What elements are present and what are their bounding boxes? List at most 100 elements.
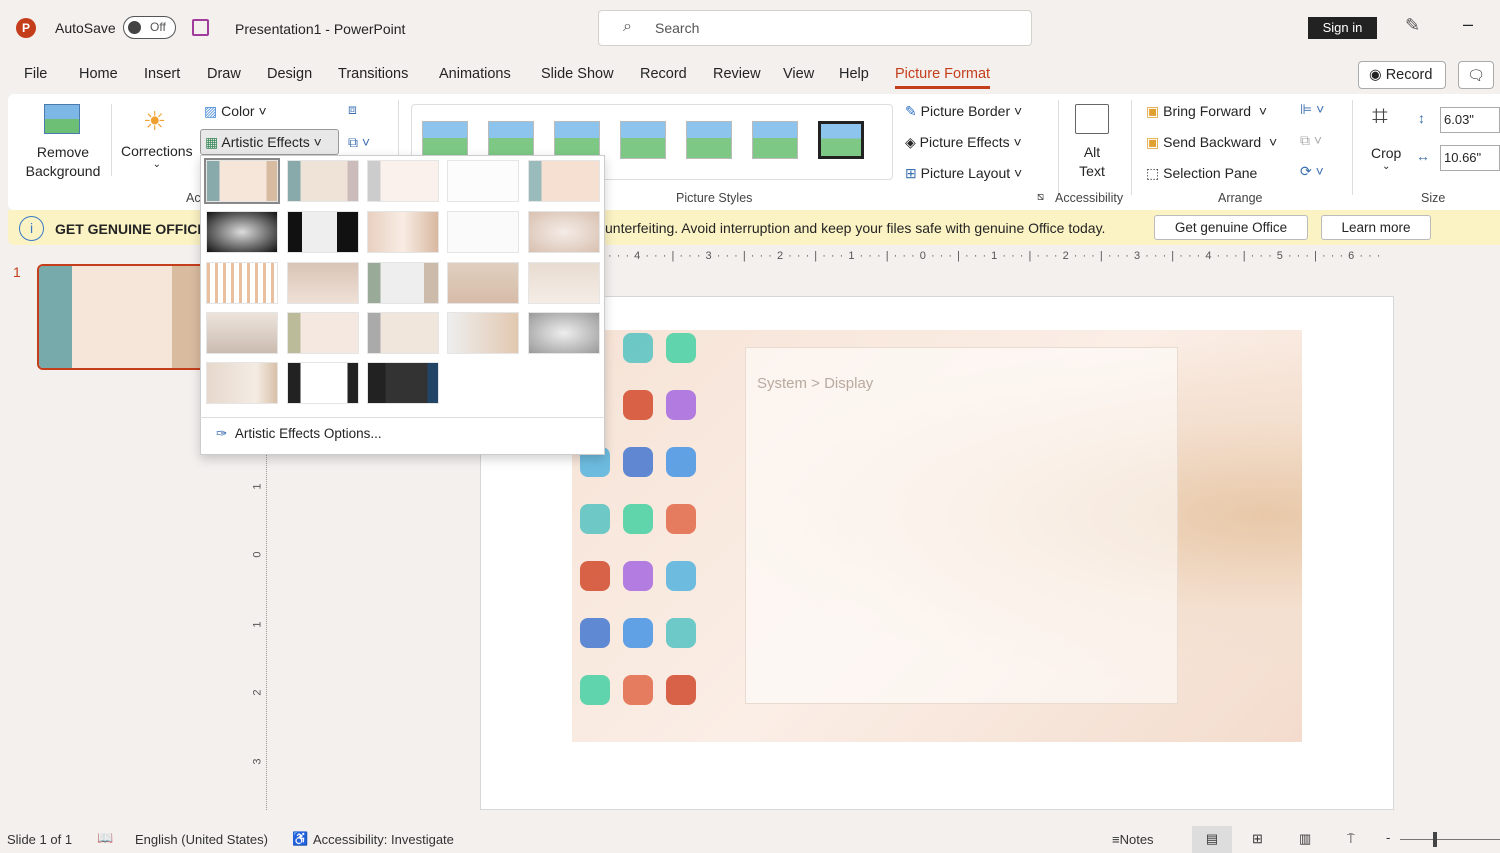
tab-record[interactable]: Record: [640, 66, 687, 82]
align-icon[interactable]: ⊫ ˅: [1300, 101, 1324, 118]
picture-style-option[interactable]: [620, 121, 666, 159]
artistic-effect-option[interactable]: [206, 312, 278, 354]
label: Remove: [36, 144, 90, 160]
picture-style-option[interactable]: [818, 121, 864, 159]
tab-view[interactable]: View: [783, 66, 814, 82]
app-icon-sketch: [666, 675, 696, 705]
tab-design[interactable]: Design: [267, 66, 312, 82]
artistic-effect-option[interactable]: [447, 211, 519, 253]
picture-border-button[interactable]: ✎ Picture Border ˅: [905, 103, 1022, 120]
artistic-effect-option[interactable]: [206, 262, 278, 304]
app-icon-sketch: [580, 618, 610, 648]
notes-button[interactable]: ≡Notes: [1112, 832, 1154, 847]
picture-effects-button[interactable]: ◈ Picture Effects ˅: [905, 134, 1022, 151]
artistic-effect-option[interactable]: [287, 262, 359, 304]
artistic-effect-option[interactable]: [204, 158, 280, 204]
artistic-effect-option[interactable]: [367, 362, 439, 404]
picture-breadcrumb-text: System > Display: [757, 375, 874, 392]
autosave-state: Off: [150, 20, 166, 34]
search-placeholder: Search: [655, 20, 700, 36]
label: Background: [25, 163, 101, 179]
remove-background-button[interactable]: Remove Background: [22, 143, 104, 181]
picture-style-option[interactable]: [554, 121, 600, 159]
artistic-effect-option[interactable]: [447, 160, 519, 202]
tab-file[interactable]: File: [24, 66, 47, 82]
artistic-effect-option[interactable]: [447, 312, 519, 354]
autosave-toggle[interactable]: Off: [123, 16, 176, 39]
color-button[interactable]: ▨ Color ˅: [204, 103, 267, 120]
height-field[interactable]: 6.03": [1440, 107, 1500, 133]
tab-animations[interactable]: Animations: [439, 66, 511, 82]
search-input[interactable]: ⌕ Search: [598, 10, 1032, 46]
corrections-button[interactable]: Corrections ⌄: [121, 143, 193, 170]
label: Picture Layout: [920, 165, 1011, 181]
slide-sorter-button[interactable]: ⊞: [1252, 831, 1263, 847]
app-icon-sketch: [580, 561, 610, 591]
picture-style-option[interactable]: [488, 121, 534, 159]
slideshow-button[interactable]: ⍑: [1347, 831, 1355, 847]
language[interactable]: English (United States): [135, 832, 268, 847]
artistic-effect-option[interactable]: [367, 160, 439, 202]
crop-button[interactable]: Crop ⌄: [1371, 145, 1401, 172]
send-backward-button[interactable]: ▣ Send Backward ˅: [1146, 134, 1277, 151]
tab-insert[interactable]: Insert: [144, 66, 180, 82]
sign-in-button[interactable]: Sign in: [1308, 17, 1377, 39]
powerpoint-logo-icon: P: [16, 18, 36, 38]
artistic-effect-option[interactable]: [287, 362, 359, 404]
artistic-effect-option[interactable]: [287, 160, 359, 202]
effects-icon: ◈: [905, 134, 920, 150]
artistic-effect-option[interactable]: [367, 312, 439, 354]
change-picture-icon[interactable]: ⧉ ˅: [348, 134, 370, 151]
minimize-button[interactable]: –: [1463, 14, 1473, 35]
tab-help[interactable]: Help: [839, 66, 869, 82]
tab-home[interactable]: Home: [79, 66, 118, 82]
artistic-effect-option[interactable]: [528, 160, 600, 202]
zoom-slider[interactable]: [1400, 839, 1500, 840]
accessibility-status[interactable]: Accessibility: Investigate: [313, 832, 454, 847]
tab-review[interactable]: Review: [713, 66, 761, 82]
tab-draw[interactable]: Draw: [207, 66, 241, 82]
dialog-launcher-icon[interactable]: ⧅: [1037, 191, 1044, 204]
slide-thumbnail-1[interactable]: [37, 264, 207, 370]
bring-forward-button[interactable]: ▣ Bring Forward ˅: [1146, 103, 1267, 120]
artistic-effect-option[interactable]: [367, 211, 439, 253]
label: Bring Forward: [1163, 103, 1252, 119]
artistic-effect-option[interactable]: [367, 262, 439, 304]
artistic-effect-option[interactable]: [206, 362, 278, 404]
tab-slide-show[interactable]: Slide Show: [541, 66, 614, 82]
reading-view-button[interactable]: ▥: [1299, 831, 1311, 847]
artistic-effect-option[interactable]: [528, 262, 600, 304]
alt-text-button[interactable]: Alt Text: [1072, 143, 1112, 181]
zoom-slider-thumb[interactable]: [1433, 832, 1437, 847]
picture-style-option[interactable]: [752, 121, 798, 159]
spelling-icon[interactable]: 📖: [97, 830, 113, 846]
pen-icon[interactable]: ✎: [1405, 15, 1420, 36]
compress-pictures-icon[interactable]: ⧈: [348, 101, 357, 118]
record-button[interactable]: ◉ Record: [1358, 61, 1446, 89]
picture-style-option[interactable]: [422, 121, 468, 159]
artistic-effects-options-item[interactable]: ✑ Artistic Effects Options...: [216, 426, 382, 442]
save-icon[interactable]: [192, 19, 209, 36]
artistic-effects-button[interactable]: ▦ Artistic Effects ˅: [200, 129, 339, 155]
comments-button[interactable]: 🗨: [1458, 61, 1494, 89]
tab-picture-format[interactable]: Picture Format: [895, 66, 991, 89]
tab-transitions[interactable]: Transitions: [338, 66, 408, 82]
label: Picture Effects: [919, 134, 1010, 150]
picture-style-option[interactable]: [686, 121, 732, 159]
banner-title: GET GENUINE OFFICE: [55, 221, 207, 237]
rotate-icon[interactable]: ⟳ ˅: [1300, 163, 1324, 180]
normal-view-button[interactable]: ▤: [1192, 826, 1232, 853]
get-genuine-office-button[interactable]: Get genuine Office: [1154, 215, 1308, 240]
zoom-out-button[interactable]: -: [1386, 830, 1390, 845]
artistic-effect-option[interactable]: [447, 262, 519, 304]
learn-more-button[interactable]: Learn more: [1321, 215, 1431, 240]
artistic-effect-option[interactable]: [206, 211, 278, 253]
artistic-effect-option[interactable]: [287, 312, 359, 354]
picture-layout-button[interactable]: ⊞ Picture Layout ˅: [905, 165, 1022, 182]
artistic-effect-option[interactable]: [528, 312, 600, 354]
artistic-effect-option[interactable]: [528, 211, 600, 253]
artistic-effect-option[interactable]: [287, 211, 359, 253]
width-field[interactable]: 10.66": [1440, 145, 1500, 171]
selection-pane-button[interactable]: ⬚ Selection Pane: [1146, 165, 1257, 182]
app-icon-sketch: [666, 333, 696, 363]
